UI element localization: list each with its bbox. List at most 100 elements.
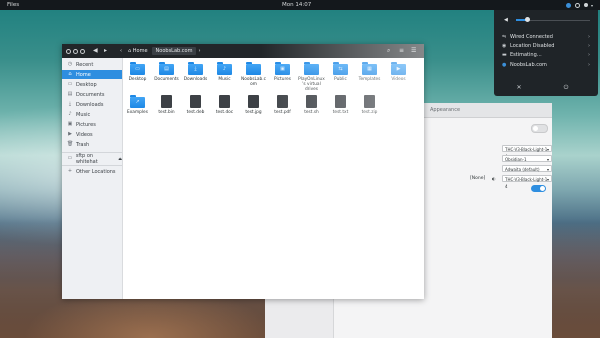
folder-icon: ▣ [275,62,290,75]
file-test-doc[interactable]: test.doc [211,95,238,115]
battery-icon: ▬ [502,51,507,58]
network-icon: ▭ [67,155,73,161]
folder-pictures[interactable]: ▣ Pictures [269,62,296,82]
shell-theme-select[interactable]: THC-V3-Black-Light-1-4 ▾ [502,175,552,189]
eject-icon[interactable]: ⏏ [118,156,122,161]
forward-button[interactable]: ▸ [104,47,107,54]
power-button[interactable]: ⏻ [561,84,571,94]
file-icon [306,95,317,108]
folder-examples[interactable]: ↗ Examples [124,95,151,115]
folder-icon: ▤ [159,62,174,75]
folder-icon [304,62,319,75]
global-dark-theme-toggle[interactable] [531,185,546,192]
sidebar-item-other-locations[interactable]: + Other Locations [62,167,122,176]
home-icon: ⌂ [68,71,72,77]
sidebar-item-music[interactable]: ♪ Music [62,110,122,119]
cursor-theme-value: Adwaita (default) [505,167,540,172]
trash-icon: 🗑 [67,141,74,147]
folder-icon: ♪ [217,62,232,75]
folder-documents[interactable]: ▤ Documents [153,62,180,82]
folder-playonlinux[interactable]: PlayOnLinux's virtual drives [298,62,325,92]
chevron-right-icon: › [588,33,590,40]
files-headerbar: ◀ ▸ ‹ ⌂ Home NoobsLab.com › ⌕ ≡ ☰ [62,44,424,58]
folder-music[interactable]: ♪ Music [211,62,238,82]
sidebar-item-downloads[interactable]: ⤓ Downloads [62,100,122,109]
file-icon [335,95,346,108]
file-test-txt[interactable]: test.txt [327,95,354,115]
folder-link-icon: ↗ [130,95,145,108]
sidebar-item-home[interactable]: ⌂ Home [62,70,122,79]
recent-icon: ◷ [67,61,73,67]
folder-icon: ⤓ [188,62,203,75]
menu-item-battery[interactable]: ▬ Estimating… › [502,50,590,59]
folder-desktop[interactable]: ▭ Desktop [124,62,151,82]
breadcrumb: ‹ ⌂ Home NoobsLab.com › [120,47,200,55]
folder-videos[interactable]: ▶ Videos [385,62,412,82]
animations-toggle[interactable] [531,124,548,133]
settings-title: Appearance [430,107,461,113]
volume-status-icon [575,2,580,8]
folder-public[interactable]: ⇆ Public [327,62,354,82]
settings-button[interactable]: ✕ [514,84,524,94]
file-icon [277,95,288,108]
search-icon[interactable]: ⌕ [387,47,390,55]
file-icon [161,95,172,108]
menu-icon[interactable]: ☰ [411,47,416,54]
files-window: ◀ ▸ ‹ ⌂ Home NoobsLab.com › ⌕ ≡ ☰ ◷ Rece… [62,44,424,299]
chevron-right-icon[interactable]: › [198,48,200,54]
volume-knob[interactable] [524,17,530,22]
user-icon: ● [502,61,507,68]
file-icon [364,95,375,108]
app-menu[interactable]: Files [7,2,19,8]
folder-downloads[interactable]: ⤓ Downloads [182,62,209,82]
folder-icon [246,62,261,75]
home-icon: ⌂ [128,48,132,54]
folder-noobslab[interactable]: NoobsLab.com [240,62,267,87]
sidebar-item-recent[interactable]: ◷ Recent [62,60,122,69]
breadcrumb-home[interactable]: ⌂ Home [124,47,152,55]
cursor-theme-select[interactable]: Adwaita (default) ▾ [502,165,552,172]
desktop-icon: ▭ [67,81,73,87]
sidebar-item-desktop[interactable]: ▭ Desktop [62,80,122,89]
file-test-deb[interactable]: test.deb [182,95,209,115]
sidebar-item-videos[interactable]: ▶ Videos [62,130,122,139]
sidebar-item-sftp[interactable]: ▭ sftp on whitehat ⏏ [62,153,122,165]
chevron-right-icon: › [588,42,590,49]
chevron-down-icon: ▾ [591,2,594,8]
clock[interactable]: Mon 14:07 [282,2,311,8]
view-options-icon[interactable]: ≡ [399,47,404,54]
folder-templates[interactable]: ▦ Templates [356,62,383,82]
file-test-zip[interactable]: test.zip [356,95,383,115]
close-window-button[interactable] [66,48,71,54]
volume-slider[interactable]: ◀ [504,17,590,23]
file-test-pdf[interactable]: test.pdf [269,95,296,115]
location-icon: ◉ [502,42,507,49]
file-icon [219,95,230,108]
status-tray[interactable]: ▾ [562,1,593,9]
sidebar-item-documents[interactable]: ▤ Documents [62,90,122,99]
icon-theme-select[interactable]: Obsidian-1 ▾ [502,155,552,162]
sidebar-item-pictures[interactable]: ▣ Pictures [62,120,122,129]
chevron-down-icon: ▾ [546,157,549,162]
file-test-sh[interactable]: test.sh [298,95,325,115]
chevron-left-icon[interactable]: ‹ [120,48,122,54]
breadcrumb-current[interactable]: NoobsLab.com [151,47,197,55]
maximize-window-button[interactable] [80,48,85,54]
speaker-icon: ◀ [504,17,508,23]
wired-icon: ⇋ [502,33,507,40]
icon-theme-value: Obsidian-1 [505,157,527,162]
back-button[interactable]: ◀ [93,47,98,54]
gtk-theme-select[interactable]: THC-V3-Black-Light-1-4 ▾ [502,145,552,159]
sidebar-divider [62,165,122,166]
file-test-bin[interactable]: test.bin [153,95,180,115]
sidebar-item-trash[interactable]: 🗑 Trash [62,140,122,149]
menu-item-user[interactable]: ● NoobsLab.com › [502,60,590,69]
minimize-window-button[interactable] [73,48,78,54]
top-bar: Files Mon 14:07 ▾ [0,0,600,10]
file-test-jpg[interactable]: test.jpg [240,95,267,115]
power-status-icon [584,3,588,7]
folder-icon: ⇆ [333,62,348,75]
menu-item-location[interactable]: ◉ Location Disabled › [502,41,590,50]
menu-item-wired[interactable]: ⇋ Wired Connected › [502,32,590,41]
documents-icon: ▤ [67,91,73,97]
